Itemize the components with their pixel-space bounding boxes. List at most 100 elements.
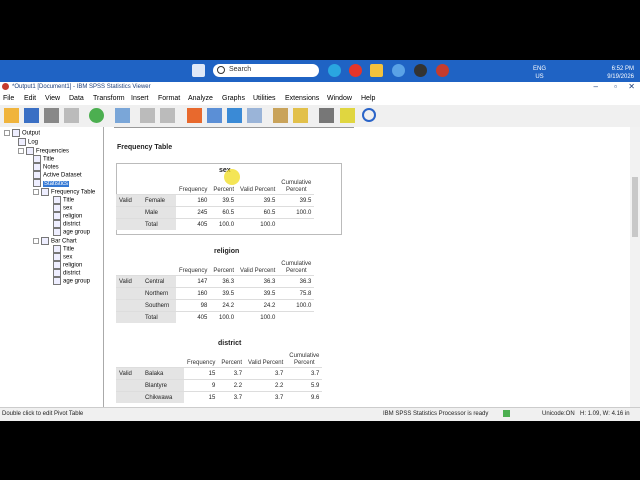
toolbar: [0, 105, 640, 128]
tree-bc-religion[interactable]: religion: [53, 261, 82, 269]
status-hint: Double click to edit Pivot Table: [2, 411, 84, 417]
menu-help[interactable]: Help: [361, 95, 375, 102]
tree-log[interactable]: Log: [18, 138, 38, 146]
tree-title[interactable]: Title: [33, 155, 54, 163]
goto-variable-icon[interactable]: [227, 108, 242, 123]
book-icon: [41, 188, 49, 196]
table-row: Valid Balaka 15 3.7 3.7 3.7: [116, 367, 323, 380]
chart-icon: [53, 269, 61, 277]
clock-time[interactable]: 6:52 PM: [594, 65, 634, 73]
menu-transform[interactable]: Transform: [93, 95, 125, 102]
tree-ft-sex[interactable]: sex: [53, 204, 72, 212]
table-row: Total 405 100.0 100.0: [116, 311, 315, 323]
file-explorer-icon[interactable]: [370, 64, 383, 77]
output-content-pane[interactable]: Frequency Table sex Frequency Percent Va…: [104, 127, 630, 407]
cell-percent: 39.5: [210, 194, 238, 207]
menu-edit[interactable]: Edit: [24, 95, 36, 102]
print-icon[interactable]: [44, 108, 59, 123]
tree-bar-chart[interactable]: Bar Chart: [33, 237, 77, 245]
processor-status: IBM SPSS Statistics Processor is ready: [383, 411, 489, 417]
tree-frequency-table[interactable]: Frequency Table: [33, 188, 95, 196]
minimize-icon[interactable]: –: [594, 82, 598, 91]
tree-active-dataset[interactable]: Active Dataset: [33, 171, 82, 179]
print-preview-icon[interactable]: [64, 108, 79, 123]
col-frequency: Frequency: [187, 360, 216, 366]
unicode-status: Unicode:ON: [542, 411, 575, 417]
cell-percent: 36.3: [210, 275, 238, 288]
tree-ft-religion[interactable]: religion: [53, 212, 82, 220]
goto-case-icon[interactable]: [207, 108, 222, 123]
tree-bc-age-group[interactable]: age group: [53, 277, 90, 285]
row-label: Blantyre: [142, 379, 184, 392]
cell-valid-percent: 60.5: [237, 206, 279, 219]
cell-percent: 39.5: [210, 287, 238, 300]
tree-bc-title[interactable]: Title: [53, 245, 74, 253]
col-frequency: Frequency: [179, 187, 208, 193]
edge-icon[interactable]: [328, 64, 341, 77]
menu-graphs[interactable]: Graphs: [222, 95, 245, 102]
row-label: Central: [142, 275, 176, 288]
cell-cumulative: 3.7: [286, 367, 323, 380]
menu-view[interactable]: View: [45, 95, 60, 102]
open-folder-icon[interactable]: [4, 108, 19, 123]
windows-start-icon[interactable]: [192, 64, 205, 77]
tree-notes[interactable]: Notes: [33, 163, 59, 171]
insert-heading-icon[interactable]: [273, 108, 288, 123]
variables-icon[interactable]: [247, 108, 262, 123]
cell-valid-percent: 24.2: [237, 299, 279, 312]
menu-utilities[interactable]: Utilities: [253, 95, 276, 102]
insert-title-icon[interactable]: [293, 108, 308, 123]
cell-frequency: 405: [176, 311, 211, 323]
goto-data-icon[interactable]: [187, 108, 202, 123]
table-icon: [53, 220, 61, 228]
save-icon[interactable]: [24, 108, 39, 123]
tree-frequencies[interactable]: Frequencies: [18, 147, 69, 155]
col-cumulative-line1: Cumulative: [281, 261, 312, 267]
collapse-icon[interactable]: [33, 189, 39, 195]
tree-bc-sex[interactable]: sex: [53, 253, 72, 261]
taskbar-search[interactable]: Search: [213, 64, 319, 77]
designate-window-icon[interactable]: [319, 108, 334, 123]
menu-window[interactable]: Window: [327, 95, 352, 102]
scrollbar-thumb[interactable]: [632, 177, 638, 237]
redo-icon[interactable]: [160, 108, 175, 123]
undo-icon[interactable]: [140, 108, 155, 123]
tree-ft-title[interactable]: Title: [53, 196, 74, 204]
spss-viewer-window: *Output1 [Document1] - IBM SPSS Statisti…: [0, 82, 640, 421]
chrome-icon[interactable]: [349, 64, 362, 77]
menu-data[interactable]: Data: [69, 95, 84, 102]
globe-icon[interactable]: [392, 64, 405, 77]
tree-statistics[interactable]: Statistics: [33, 179, 70, 187]
app-icon[interactable]: [414, 64, 427, 77]
title-bar: *Output1 [Document1] - IBM SPSS Statisti…: [0, 82, 640, 93]
search-input[interactable]: Search: [229, 66, 251, 73]
clock-date[interactable]: 9/19/2026: [594, 73, 634, 81]
row-label: Chikwawa: [142, 391, 184, 403]
select-last-output-icon[interactable]: [340, 108, 355, 123]
chart-icon: [53, 277, 61, 285]
tree-bc-district[interactable]: district: [53, 269, 80, 277]
cell-valid-percent: 100.0: [237, 218, 279, 230]
title-icon: [53, 245, 61, 253]
tree-output[interactable]: Output: [4, 129, 40, 137]
menu-file[interactable]: File: [3, 95, 14, 102]
search-icon[interactable]: [362, 108, 376, 122]
spss-taskbar-icon[interactable]: [436, 64, 449, 77]
tree-ft-district[interactable]: district: [53, 220, 80, 228]
menu-format[interactable]: Format: [158, 95, 180, 102]
export-icon[interactable]: [89, 108, 104, 123]
col-cumulative: Cumulative Percent: [278, 180, 314, 195]
vertical-scrollbar[interactable]: [630, 127, 640, 407]
collapse-icon[interactable]: [18, 148, 24, 154]
cell-percent: 60.5: [210, 206, 238, 219]
recall-dialog-icon[interactable]: [115, 108, 130, 123]
menu-insert[interactable]: Insert: [131, 95, 149, 102]
menu-extensions[interactable]: Extensions: [285, 95, 319, 102]
collapse-icon[interactable]: [33, 238, 39, 244]
menu-analyze[interactable]: Analyze: [188, 95, 213, 102]
close-icon[interactable]: ✕: [628, 82, 635, 91]
collapse-icon[interactable]: [4, 130, 10, 136]
tree-ft-age-group[interactable]: age group: [53, 228, 90, 236]
cell-cumulative: 100.0: [278, 299, 315, 312]
maximize-icon[interactable]: ▫: [614, 82, 617, 91]
